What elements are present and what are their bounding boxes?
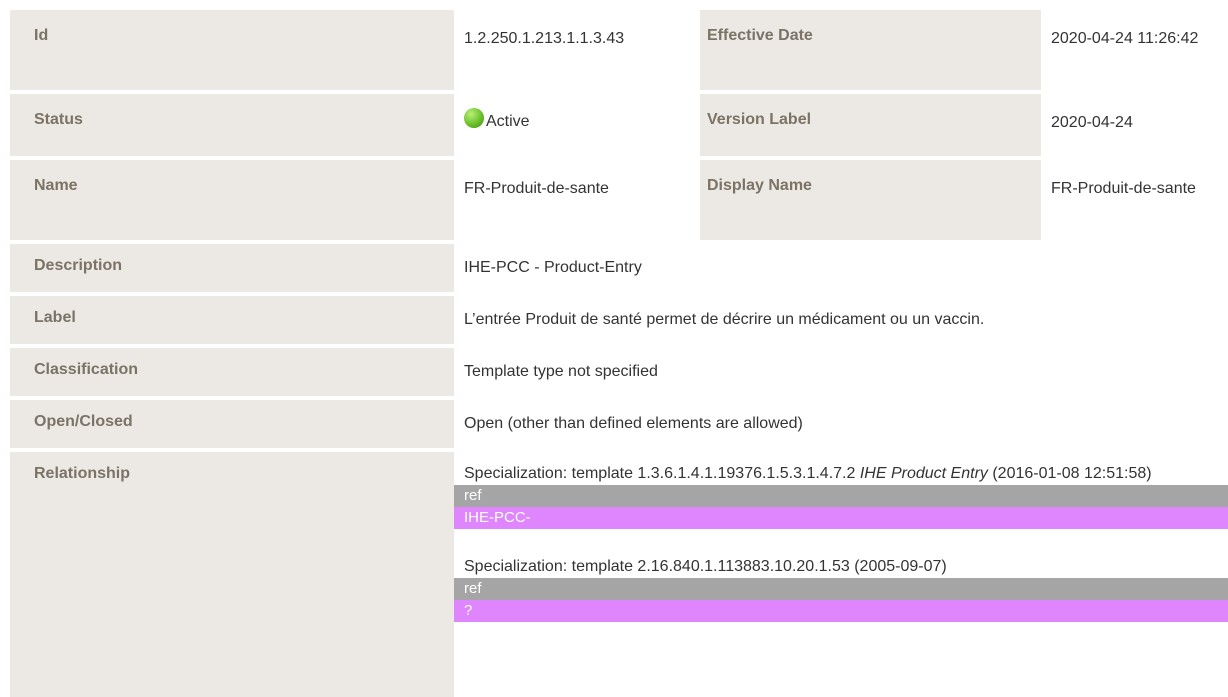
status-text: Active: [486, 113, 530, 130]
row-open-closed: Open/Closed Open (other than defined ele…: [10, 400, 1228, 448]
specialization-2-ref-label: ref: [454, 578, 1228, 600]
display-name-value: FR-Produit-de-sante: [1051, 180, 1196, 197]
label-label: Label: [10, 296, 454, 344]
id-value: 1.2.250.1.213.1.1.3.43: [464, 30, 625, 47]
row-relationship: Relationship Specialization: template 1.…: [10, 452, 1228, 697]
version-label-label: Version Label: [700, 94, 1041, 156]
specialization-2-ref-value: ?: [454, 600, 1228, 622]
open-closed-label: Open/Closed: [10, 400, 454, 448]
row-description: Description IHE-PCC - Product-Entry: [10, 244, 1228, 292]
specialization-1-ref-value: IHE-PCC-: [454, 507, 1228, 529]
classification-label: Classification: [10, 348, 454, 396]
row-label: Label L’entrée Produit de santé permet d…: [10, 296, 1228, 344]
green-status-dot-icon: [464, 108, 484, 128]
name-value: FR-Produit-de-sante: [464, 180, 609, 197]
row-classification: Classification Template type not specifi…: [10, 348, 1228, 396]
description-value: IHE-PCC - Product-Entry: [464, 259, 642, 276]
id-label: Id: [10, 10, 454, 90]
row-id: Id 1.2.250.1.213.1.1.3.43 Effective Date…: [10, 10, 1228, 90]
status-label: Status: [10, 94, 454, 156]
specialization-1-ref-label: ref: [454, 485, 1228, 507]
row-name: Name FR-Produit-de-sante Display Name FR…: [10, 160, 1228, 240]
relationship-label: Relationship: [10, 452, 454, 697]
effective-date-value: 2020-04-24 11:26:42: [1051, 30, 1199, 47]
name-label: Name: [10, 160, 454, 240]
open-closed-value: Open (other than defined elements are al…: [464, 415, 803, 432]
row-status: Status Active Version Label 2020-04-24: [10, 94, 1228, 156]
status-value: Active: [454, 94, 700, 156]
specialization-2: Specialization: template 2.16.840.1.1138…: [464, 558, 947, 575]
display-name-label: Display Name: [700, 160, 1041, 240]
effective-date-label: Effective Date: [700, 10, 1041, 90]
classification-value: Template type not specified: [464, 363, 658, 380]
version-label-value: 2020-04-24: [1051, 114, 1133, 131]
specialization-1: Specialization: template 1.3.6.1.4.1.193…: [464, 465, 1152, 482]
description-label: Description: [10, 244, 454, 292]
label-value: L’entrée Produit de santé permet de décr…: [464, 311, 985, 328]
relationship-value: Specialization: template 1.3.6.1.4.1.193…: [454, 452, 1228, 697]
specialization-1-template-name: IHE Product Entry: [859, 465, 988, 482]
